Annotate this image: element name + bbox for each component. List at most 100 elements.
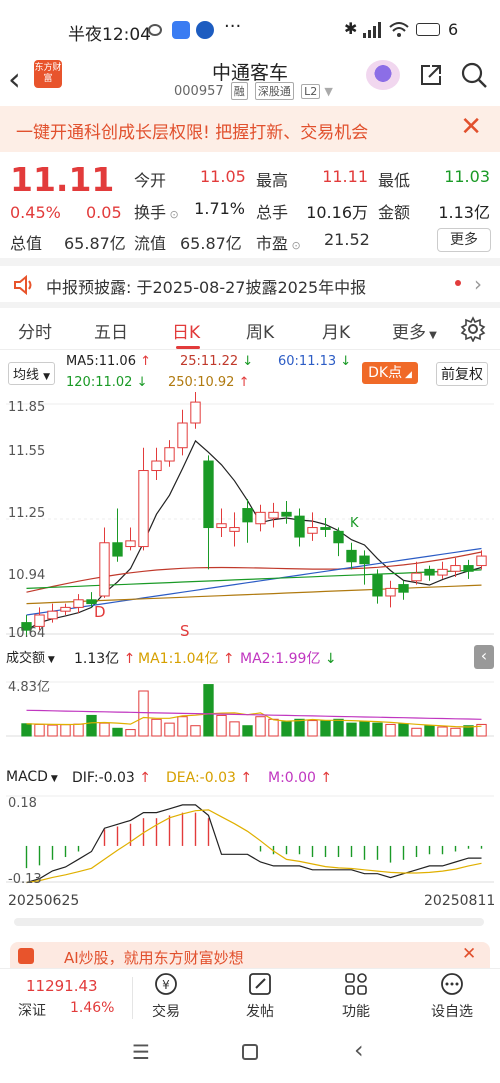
back-nav-icon[interactable]: ‹ <box>354 1036 364 1064</box>
promo-banner[interactable]: 一键开通科创成长层权限! 把握打新、交易机会 ✕ <box>0 106 500 152</box>
home-icon[interactable] <box>242 1044 258 1060</box>
menu-icon[interactable]: ☰ <box>132 1040 150 1064</box>
mktcap-value: 65.87亿 <box>64 234 126 253</box>
macd-m: M:0.00 ↑ <box>268 770 333 786</box>
volume-bar <box>372 722 383 737</box>
svg-text:¥: ¥ <box>162 978 170 992</box>
candle-body <box>268 511 279 519</box>
search-icon[interactable] <box>460 61 488 89</box>
candle-body <box>229 527 240 532</box>
change-value: 0.05 <box>86 203 122 222</box>
macd-selector[interactable]: MACD ▼ <box>6 769 58 785</box>
candle-body <box>216 523 227 529</box>
post-button[interactable]: 发帖 <box>234 969 286 1021</box>
battery-level: 6 <box>448 20 459 39</box>
candle-body <box>398 584 409 593</box>
volume-bar <box>216 714 227 737</box>
dk-point-button[interactable]: DK点 ◢ <box>362 362 418 384</box>
tab-intraday[interactable]: 分时 <box>18 318 52 343</box>
promo-text: 一键开通科创成长层权限! 把握打新、交易机会 <box>16 123 369 143</box>
active-tab-indicator <box>176 346 200 349</box>
chart-scrollbar[interactable] <box>14 918 484 926</box>
chevron-down-icon[interactable]: ▼ <box>324 85 332 98</box>
ma120-legend: 120:11.02 ↓ <box>66 375 148 390</box>
candle-body <box>177 422 188 449</box>
assistant-avatar[interactable] <box>366 60 400 90</box>
date-end: 20250811 <box>424 893 496 909</box>
tab-monthly-k[interactable]: 月K <box>322 318 350 343</box>
announcement-bar[interactable]: 中报预披露: 于2025-08-27披露2025年中报 › <box>0 268 500 302</box>
add-watchlist-button[interactable]: 设自选 <box>426 969 478 1021</box>
system-nav-bar: ☰ ‹ <box>0 1028 500 1083</box>
candle-body <box>203 460 214 529</box>
candle-body <box>424 568 435 576</box>
macd-dif-line <box>26 804 482 884</box>
status-bar: 半夜12:04 ··· ✱ 6 <box>0 0 500 58</box>
functions-label: 功能 <box>342 1004 370 1020</box>
candle-body <box>320 527 331 530</box>
functions-button[interactable]: 功能 <box>330 969 382 1021</box>
trade-button[interactable]: ¥ 交易 <box>140 969 192 1021</box>
more-dots-icon <box>441 973 463 995</box>
volume-bar <box>21 723 32 737</box>
candle-body <box>450 565 461 572</box>
add-watchlist-label: 设自选 <box>431 1004 473 1020</box>
ma60-legend: 60:11.13 ↓ <box>278 354 352 369</box>
high-label: 最高 <box>256 171 289 190</box>
chevron-right-icon[interactable]: › <box>474 272 482 296</box>
share-icon[interactable] <box>418 62 444 88</box>
volume-bar <box>307 720 318 737</box>
more-quote-button[interactable]: 更多 <box>437 228 491 252</box>
ai-promo-bar[interactable]: AI炒股，就用东方财富妙想 ✕ <box>10 942 490 968</box>
candle-body <box>99 542 110 597</box>
candle-body <box>73 599 84 608</box>
close-icon[interactable]: ✕ <box>460 112 482 142</box>
pe-value: 21.52 <box>324 230 370 249</box>
candle-body <box>411 572 422 582</box>
volume-value: 10.16万 <box>306 203 368 222</box>
candle-body <box>294 515 305 538</box>
turnover-label: 换手 ⊙ <box>134 203 179 222</box>
status-time: 半夜12:04 <box>68 25 151 45</box>
index-widget[interactable]: 11291.43 深证 1.46% <box>0 969 130 1027</box>
price-axis-label: 10.64 <box>8 626 46 641</box>
settings-gear-icon[interactable] <box>460 316 486 342</box>
candle-body <box>47 610 58 620</box>
volume-ma2: MA2:1.99亿 ↓ <box>240 651 337 667</box>
candle-body <box>242 508 253 523</box>
tab-five-day[interactable]: 五日 <box>94 318 128 343</box>
volume-indicator-selector[interactable]: 成交额 ▼ <box>6 647 55 666</box>
candle-body <box>34 614 45 627</box>
tab-more[interactable]: 更多 ▼ <box>392 318 437 343</box>
ma-selector[interactable]: 均线 ▼ <box>8 362 56 385</box>
volume-bar <box>34 723 45 737</box>
app-icon-dark <box>196 21 214 39</box>
close-icon[interactable]: ✕ <box>462 944 476 964</box>
index-name: 深证 <box>18 1003 46 1019</box>
k-signal-marker: K <box>350 516 359 531</box>
volume-bar <box>411 727 422 737</box>
collapse-panel-icon[interactable]: ‹ <box>474 645 494 669</box>
candle-body <box>437 568 448 576</box>
trade-icon: ¥ <box>155 973 177 995</box>
index-pct: 1.46% <box>70 1000 115 1016</box>
volume-bar <box>359 721 370 737</box>
price-axis-label: 11.55 <box>8 444 46 459</box>
tag-connect: 深股通 <box>254 82 294 100</box>
high-value: 11.11 <box>322 167 368 186</box>
volume-bar <box>138 690 149 737</box>
volume-bar <box>60 724 71 737</box>
volume-bar <box>190 725 201 737</box>
tab-weekly-k[interactable]: 周K <box>246 318 274 343</box>
ai-icon <box>18 948 34 964</box>
ma25-legend: 25:11.22 ↓ <box>180 354 254 369</box>
bluetooth-icon: ✱ <box>344 19 358 38</box>
volume-bar <box>177 716 188 737</box>
candle-body <box>60 606 71 612</box>
candle-body <box>359 555 370 565</box>
volume-bar <box>281 721 292 737</box>
kline-chart[interactable] <box>0 392 500 902</box>
tab-daily-k[interactable]: 日K <box>172 318 200 343</box>
volume-bar <box>164 722 175 737</box>
adjust-selector[interactable]: 前复权 <box>436 362 488 386</box>
